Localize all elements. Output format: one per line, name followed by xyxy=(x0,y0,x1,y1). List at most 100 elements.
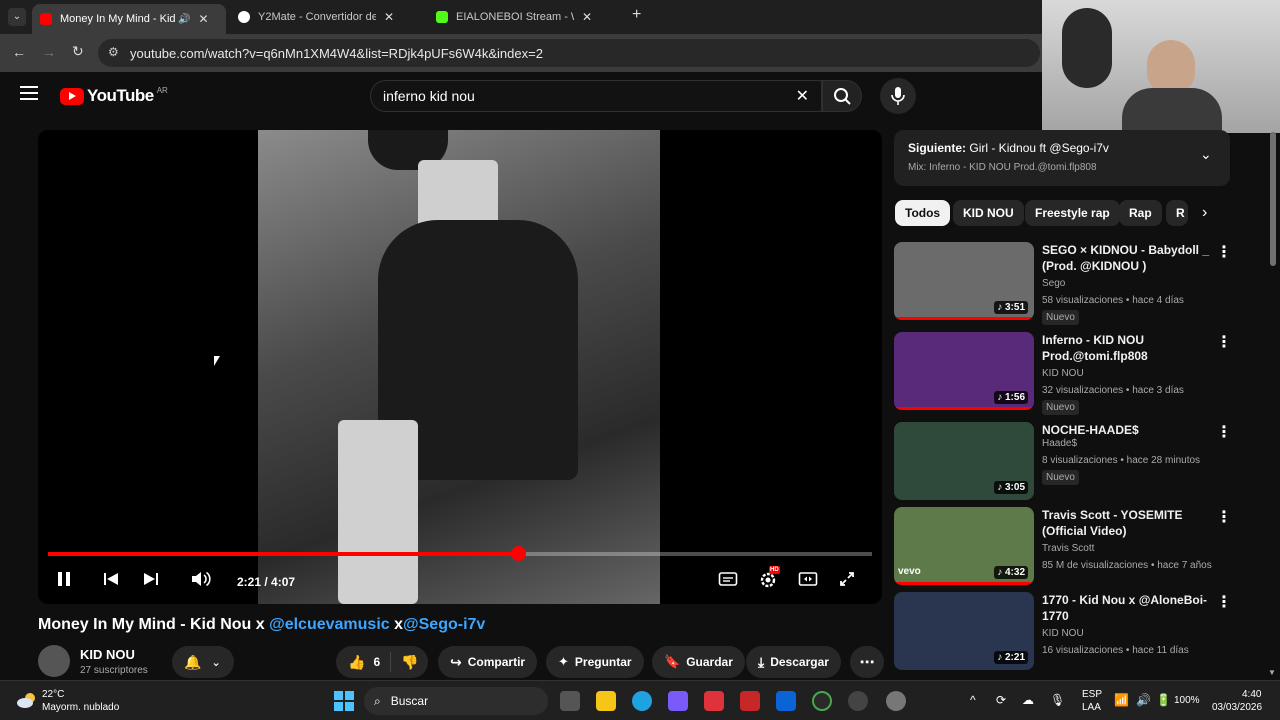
sync-icon[interactable]: ⟳ xyxy=(996,693,1006,707)
tab-y2mate[interactable]: Y2Mate - Convertidor de YouTube ✕ xyxy=(230,4,424,30)
windows-start-icon[interactable] xyxy=(334,691,354,711)
scroll-down-arrow-icon[interactable]: ▼ xyxy=(1268,668,1276,677)
recommendation-channel[interactable]: Travis Scott xyxy=(1042,543,1094,554)
playlist-next-panel[interactable]: Siguiente: Girl - Kidnou ft @Sego-i7v Mi… xyxy=(894,130,1230,186)
recommendation-item[interactable]: ♪ 1:56 Inferno - KID NOU Prod.@tomi.flp80… xyxy=(894,332,1234,415)
recommendation-item[interactable]: ♪ 2:21 1770 - Kid Nou x @AloneBoi-1770 KID… xyxy=(894,592,1234,672)
like-button[interactable]: 👍 6 xyxy=(336,652,392,672)
url-field[interactable]: ⚙ youtube.com/watch?v=q6nMn1XM4W4&list=R… xyxy=(98,39,1040,67)
clock-time[interactable]: 4:40 xyxy=(1242,689,1261,700)
back-arrow-icon[interactable]: ← xyxy=(12,44,26,60)
theater-mode-icon[interactable] xyxy=(798,570,818,592)
mic-tray-icon[interactable]: 🎙 xyxy=(1050,693,1065,707)
tab-kick[interactable]: EIALONEBOI Stream - Watch Live ✕ xyxy=(428,4,622,30)
chip-todos[interactable]: Todos xyxy=(895,200,951,226)
recommendation-channel[interactable]: Haade$ xyxy=(1042,438,1077,449)
fullscreen-icon[interactable] xyxy=(838,570,856,592)
share-button[interactable]: ↪ Compartir xyxy=(438,646,538,678)
file-explorer-icon[interactable] xyxy=(596,691,616,711)
video-player[interactable]: 2:21 / 4:07 HD xyxy=(38,130,882,604)
recommendation-title[interactable]: NOCHE-HAADE$ xyxy=(1042,422,1212,438)
site-info-icon[interactable]: ⚙ xyxy=(108,45,119,59)
channel-name[interactable]: KID NOU xyxy=(80,647,135,662)
speaker-icon[interactable]: 🔊 xyxy=(1136,693,1151,707)
taskbar-search-box[interactable]: ⌕ Buscar xyxy=(364,687,548,715)
tab-search-button[interactable]: ⌄ xyxy=(8,8,26,26)
recommendation-channel[interactable]: Sego xyxy=(1042,278,1065,289)
settings-gear-icon[interactable]: HD xyxy=(758,566,780,594)
battery-icon[interactable]: 🔋 xyxy=(1156,693,1171,707)
title-mention-link[interactable]: @Sego-i7v xyxy=(403,616,485,633)
close-tab-icon[interactable]: ✕ xyxy=(582,10,592,24)
search-button[interactable] xyxy=(822,80,862,112)
weather-cloud-icon[interactable] xyxy=(16,690,38,710)
clear-search-icon[interactable]: ✕ xyxy=(796,86,809,106)
more-vertical-icon[interactable]: ⋮ xyxy=(1216,332,1232,352)
recommendation-title[interactable]: Inferno - KID NOU Prod.@tomi.flp808 xyxy=(1042,332,1212,364)
recommendation-channel[interactable]: KID NOU xyxy=(1042,628,1084,639)
office-app-icon[interactable] xyxy=(704,691,724,711)
more-actions-button[interactable]: ⋯ xyxy=(850,646,884,678)
chips-next-arrow-icon[interactable]: › xyxy=(1202,204,1207,222)
chip-freestyle-rap[interactable]: Freestyle rap xyxy=(1025,200,1120,226)
subscription-bell-button[interactable]: 🔔 ⌄ xyxy=(172,646,234,678)
recommendation-item[interactable]: ♪ 3:51 SEGO × KIDNOU - Babydoll _ (Prod. … xyxy=(894,242,1234,325)
close-tab-icon[interactable]: ✕ xyxy=(198,12,208,26)
progress-bar[interactable] xyxy=(48,546,872,561)
page-scrollbar-thumb[interactable] xyxy=(1270,132,1276,266)
voice-search-button[interactable] xyxy=(880,78,916,114)
steam-icon[interactable] xyxy=(848,691,868,711)
more-vertical-icon[interactable]: ⋮ xyxy=(1216,422,1232,442)
save-button[interactable]: 🔖 Guardar xyxy=(652,646,745,678)
mail-app-icon[interactable] xyxy=(776,691,796,711)
chip-partial[interactable]: R xyxy=(1166,200,1188,226)
tab-youtube[interactable]: Money In My Mind - Kid Nou 🔊 ✕ xyxy=(32,4,226,34)
download-button[interactable]: ⤓ Descargar xyxy=(746,646,841,678)
dislike-button[interactable]: 👎 xyxy=(391,654,428,671)
video-thumbnail[interactable]: ♪ 1:56 xyxy=(894,332,1034,410)
youtube-logo[interactable]: YouTube AR xyxy=(60,86,168,106)
hamburger-menu-icon[interactable] xyxy=(20,86,38,100)
more-vertical-icon[interactable]: ⋮ xyxy=(1216,592,1232,612)
onedrive-cloud-icon[interactable]: ☁ xyxy=(1022,693,1034,707)
recommendation-title[interactable]: 1770 - Kid Nou x @AloneBoi-1770 xyxy=(1042,592,1212,624)
chip-rap[interactable]: Rap xyxy=(1119,200,1162,226)
recommendation-item[interactable]: ♪ 3:05 NOCHE-HAADE$ Haade$ 8 visualizacione… xyxy=(894,422,1234,502)
more-vertical-icon[interactable]: ⋮ xyxy=(1216,242,1232,262)
recommendation-item[interactable]: vevo ♪ 4:32 Travis Scott - YOSEMITE (Offic… xyxy=(894,507,1234,587)
recommendation-title[interactable]: SEGO × KIDNOU - Babydoll _ (Prod. @KIDNO… xyxy=(1042,242,1212,274)
wifi-icon[interactable]: 📶 xyxy=(1114,693,1129,707)
reload-icon[interactable]: ↻ xyxy=(72,43,84,60)
video-thumbnail[interactable]: ♪ 3:51 xyxy=(894,242,1034,320)
progress-scrubber[interactable] xyxy=(510,546,526,561)
new-tab-plus-icon[interactable]: + xyxy=(632,6,641,24)
search-input[interactable]: inferno kid nou ✕ xyxy=(370,80,822,112)
ask-button[interactable]: ✦ Preguntar xyxy=(546,646,644,678)
video-thumbnail[interactable]: ♪ 3:05 xyxy=(894,422,1034,500)
keyboard-language[interactable]: ESP xyxy=(1082,689,1102,700)
pause-icon[interactable] xyxy=(56,570,72,592)
channel-avatar[interactable] xyxy=(38,645,70,677)
recommendation-channel[interactable]: KID NOU xyxy=(1042,368,1084,379)
show-hidden-icons-chevron-icon[interactable]: ^ xyxy=(970,693,976,707)
chevron-down-icon[interactable]: ⌄ xyxy=(1200,146,1212,163)
settings-gear-icon[interactable] xyxy=(886,691,906,711)
edge-browser-icon[interactable] xyxy=(632,691,652,711)
subtitles-icon[interactable] xyxy=(718,570,738,592)
chip-kid-nou[interactable]: KID NOU xyxy=(953,200,1024,226)
title-mention-link[interactable]: @elcuevamusic xyxy=(269,616,390,633)
video-thumbnail[interactable]: ♪ 2:21 xyxy=(894,592,1034,670)
video-thumbnail[interactable]: vevo ♪ 4:32 xyxy=(894,507,1034,585)
next-track-icon[interactable] xyxy=(142,570,160,592)
volume-icon[interactable] xyxy=(190,570,212,592)
audio-playing-icon[interactable]: 🔊 xyxy=(178,14,190,25)
chrome-icon[interactable] xyxy=(812,691,832,711)
mcafee-icon[interactable] xyxy=(740,691,760,711)
recommendation-title[interactable]: Travis Scott - YOSEMITE (Official Video) xyxy=(1042,507,1212,539)
task-view-icon[interactable] xyxy=(560,691,580,711)
teams-icon[interactable] xyxy=(668,691,688,711)
previous-track-icon[interactable] xyxy=(102,570,120,592)
forward-arrow-icon[interactable]: → xyxy=(42,44,56,60)
more-vertical-icon[interactable]: ⋮ xyxy=(1216,507,1232,527)
close-tab-icon[interactable]: ✕ xyxy=(384,10,394,24)
